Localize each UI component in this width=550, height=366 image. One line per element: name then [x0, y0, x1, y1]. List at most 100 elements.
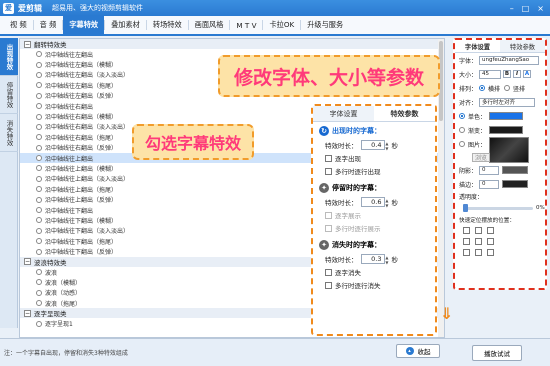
effect-radio[interactable] — [36, 71, 42, 78]
effect-group-header[interactable]: − 翻转特效类 — [20, 39, 444, 49]
stay-option-row[interactable]: 逐字展示 — [325, 210, 429, 220]
position-checkbox[interactable] — [487, 238, 494, 245]
spin-arrows-icon[interactable]: ▲ ▼ — [385, 141, 388, 151]
horizontal-radio[interactable] — [479, 85, 486, 91]
stroke-color-swatch[interactable] — [502, 180, 529, 188]
menu-tab[interactable]: 音 频 — [34, 16, 63, 34]
menu-tab[interactable]: 转场特效 — [147, 16, 188, 34]
font-color-button[interactable]: A — [523, 70, 532, 78]
position-checkbox[interactable] — [463, 249, 470, 256]
tab-font-settings[interactable]: 字体设置 — [313, 106, 374, 121]
effect-radio[interactable] — [36, 300, 42, 307]
vanish-option-checkbox[interactable] — [325, 281, 332, 289]
menu-tab[interactable]: 字幕特效 — [63, 16, 105, 34]
effect-radio[interactable] — [36, 238, 42, 245]
menu-tab[interactable]: 升级与服务 — [301, 16, 349, 34]
tab-effect-params[interactable]: 特效参数 — [374, 106, 435, 121]
collapse-button[interactable]: ▴ 收起 — [396, 344, 440, 358]
effect-radio[interactable] — [36, 207, 42, 214]
collapse-group-icon[interactable]: − — [24, 309, 31, 317]
menu-tab[interactable]: M T V — [230, 16, 262, 34]
vanish-option-row[interactable]: 多行时逐行消失 — [325, 280, 429, 290]
tab-effect-params[interactable]: 特效参数 — [500, 40, 545, 52]
italic-button[interactable]: I — [513, 70, 522, 78]
effect-radio[interactable] — [36, 134, 42, 141]
position-checkbox[interactable] — [463, 227, 470, 234]
vanish-duration-input[interactable]: 0.3 ▲ ▼ — [360, 254, 389, 265]
shadow-value: 0 — [482, 167, 486, 173]
effect-radio[interactable] — [36, 165, 42, 172]
stay-option-checkbox[interactable] — [325, 211, 332, 219]
spin-arrows-icon[interactable]: ▲ ▼ — [385, 255, 388, 265]
appear-option-checkbox[interactable] — [325, 154, 332, 162]
effect-radio[interactable] — [36, 103, 42, 110]
position-checkbox[interactable] — [487, 227, 494, 234]
shadow-color-swatch[interactable] — [502, 166, 529, 174]
side-tab[interactable]: 停留特效 — [0, 76, 18, 114]
vanish-option-checkbox[interactable] — [325, 268, 332, 276]
tab-font-settings[interactable]: 字体设置 — [455, 40, 500, 52]
effect-radio[interactable] — [36, 217, 42, 224]
effect-radio[interactable] — [36, 61, 42, 68]
effect-radio[interactable] — [36, 144, 42, 151]
stay-option-checkbox[interactable] — [325, 224, 332, 232]
maximize-icon[interactable]: □ — [522, 4, 530, 13]
position-checkbox[interactable] — [487, 249, 494, 256]
stroke-input[interactable]: 0 — [479, 179, 500, 189]
menu-tab[interactable]: 叠加素材 — [105, 16, 146, 34]
effect-radio[interactable] — [36, 289, 42, 296]
collapse-group-icon[interactable]: − — [24, 40, 31, 48]
side-tab[interactable]: 出现特效 — [0, 38, 18, 76]
effect-radio[interactable] — [36, 51, 42, 58]
effect-radio[interactable] — [36, 82, 42, 89]
shadow-input[interactable]: 0 — [479, 165, 500, 175]
font-select[interactable]: ungfeuZhangSao — [479, 55, 540, 65]
stay-duration-input[interactable]: 0.6 ▲ ▼ — [360, 197, 389, 208]
opacity-slider[interactable] — [463, 203, 533, 212]
menu-tab[interactable]: 视 频 — [4, 16, 33, 34]
side-tab[interactable]: 消失特效 — [0, 114, 18, 152]
bold-button[interactable]: B — [503, 70, 512, 78]
opacity-slider-knob[interactable] — [463, 203, 468, 212]
position-checkbox[interactable] — [475, 227, 482, 234]
gradient-swatch[interactable] — [489, 126, 524, 134]
position-checkbox[interactable] — [475, 249, 482, 256]
position-checkbox[interactable] — [463, 238, 470, 245]
spin-arrows-icon[interactable]: ▲ ▼ — [385, 198, 388, 208]
effect-radio[interactable] — [36, 269, 42, 275]
align-select[interactable]: 多行时左对齐 — [479, 97, 536, 107]
effect-radio[interactable] — [36, 123, 42, 130]
effect-radio[interactable] — [36, 320, 42, 327]
gradient-radio[interactable] — [459, 127, 465, 133]
effect-radio[interactable] — [36, 186, 42, 193]
vertical-radio[interactable] — [504, 85, 511, 91]
effect-label: 沿中轴线往下翻出 — [45, 207, 94, 215]
effect-radio[interactable] — [36, 92, 42, 99]
menu-tab[interactable]: 卡拉OK — [263, 16, 300, 34]
image-radio[interactable] — [459, 141, 465, 147]
close-icon[interactable]: × — [537, 4, 544, 13]
single-color-swatch[interactable] — [489, 112, 524, 120]
effect-radio[interactable] — [36, 227, 42, 234]
minimize-icon[interactable]: – — [510, 4, 514, 13]
appear-duration-input[interactable]: 0.4 ▲ ▼ — [360, 140, 389, 151]
effect-radio[interactable] — [36, 155, 42, 162]
appear-option-row[interactable]: 逐字出现 — [325, 153, 429, 163]
appear-option-checkbox[interactable] — [325, 167, 332, 175]
single-color-radio[interactable] — [459, 113, 465, 119]
size-select[interactable]: 45 — [479, 69, 502, 79]
menu-tab[interactable]: 画面风格 — [189, 16, 230, 34]
opacity-label: 透明度： — [459, 193, 484, 201]
vanish-option-row[interactable]: 逐字消失 — [325, 267, 429, 277]
effect-radio[interactable] — [36, 113, 42, 120]
effect-radio[interactable] — [36, 279, 42, 286]
position-checkbox[interactable] — [475, 238, 482, 245]
stay-option-row[interactable]: 多行时逐行展示 — [325, 223, 429, 233]
effect-radio[interactable] — [36, 175, 42, 182]
collapse-group-icon[interactable]: − — [24, 258, 31, 266]
effect-radio[interactable] — [36, 196, 42, 203]
appear-option-row[interactable]: 多行时逐行出现 — [325, 166, 429, 176]
browse-button[interactable]: 浏览 — [472, 152, 490, 162]
preview-button[interactable]: 播放试试 — [472, 345, 522, 361]
effect-radio[interactable] — [36, 248, 42, 255]
